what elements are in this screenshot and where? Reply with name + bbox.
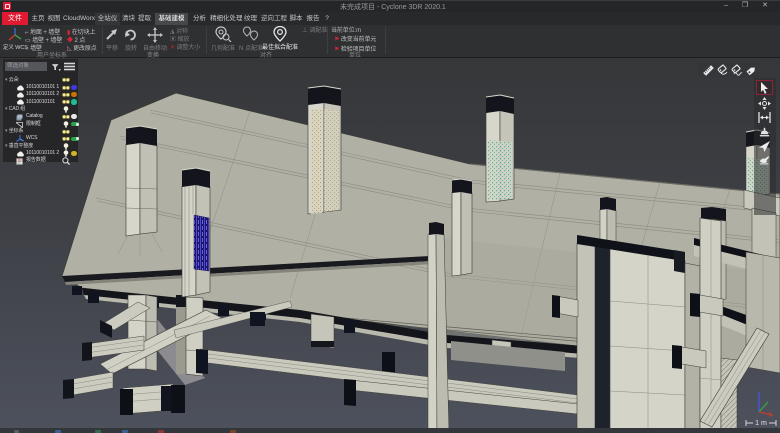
svg-text:1 m: 1 m [755,420,767,427]
